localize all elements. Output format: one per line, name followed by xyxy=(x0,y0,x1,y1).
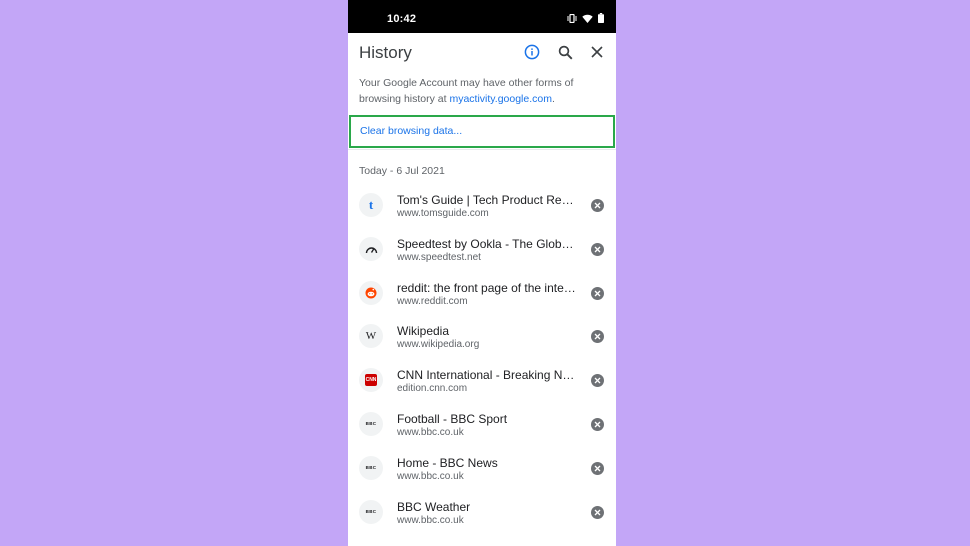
app-bar: History xyxy=(348,33,616,71)
history-entry[interactable]: CNN CNN International - Breaking News, U… xyxy=(348,362,616,406)
info-button[interactable] xyxy=(523,43,541,61)
bbc-icon: BBC xyxy=(359,411,383,436)
entry-title: Football - BBC Sport xyxy=(397,411,508,426)
close-icon xyxy=(594,509,601,516)
entry-url: www.bbc.co.uk xyxy=(397,514,464,526)
bbc-icon: BBC xyxy=(359,499,383,524)
entry-title: Wikipedia xyxy=(397,324,450,339)
divider xyxy=(348,149,616,150)
remove-entry-button[interactable] xyxy=(591,461,604,475)
status-bar: 10:42 xyxy=(348,0,616,33)
entry-url: www.wikipedia.org xyxy=(397,339,480,351)
history-entry[interactable]: t Tom's Guide | Tech Product Reviews, To… xyxy=(348,187,616,231)
tomsguide-favicon-icon: t xyxy=(359,193,383,217)
close-icon xyxy=(594,246,601,253)
close-icon xyxy=(594,421,601,428)
history-entry[interactable]: BBC Home - BBC News www.bbc.co.uk xyxy=(348,450,616,494)
close-icon xyxy=(594,333,601,340)
entry-url: edition.cnn.com xyxy=(397,383,468,395)
entry-title: CNN International - Breaking News, US Ne… xyxy=(397,368,579,383)
close-icon xyxy=(594,465,601,472)
search-icon xyxy=(558,45,572,59)
entry-title: Tom's Guide | Tech Product Reviews, Top … xyxy=(397,193,579,207)
entry-title: Speedtest by Ookla - The Global Broadban… xyxy=(397,236,579,251)
remove-entry-button[interactable] xyxy=(591,199,604,212)
history-entry[interactable]: reddit: the front page of the internet w… xyxy=(348,275,616,319)
bbc-icon: BBC xyxy=(359,455,383,480)
myactivity-link[interactable]: myactivity.google.com xyxy=(449,93,552,105)
entry-url: www.bbc.co.uk xyxy=(397,470,464,482)
wikipedia-icon: W xyxy=(359,324,383,349)
status-time: 10:42 xyxy=(387,13,417,25)
reddit-icon xyxy=(359,280,383,305)
entry-title: reddit: the front page of the internet xyxy=(397,280,579,295)
close-button[interactable] xyxy=(588,43,606,61)
phone-screen: 10:42 History Your Google Account may ha… xyxy=(348,0,616,546)
remove-entry-button[interactable] xyxy=(591,417,604,431)
remove-entry-button[interactable] xyxy=(591,330,604,344)
search-button[interactable] xyxy=(556,43,574,61)
history-entry[interactable]: Speedtest by Ookla - The Global Broadban… xyxy=(348,231,616,275)
history-entry[interactable]: BBC Football - BBC Sport www.bbc.co.uk xyxy=(348,406,616,450)
entry-url: www.bbc.co.uk xyxy=(397,426,464,438)
history-list: t Tom's Guide | Tech Product Reviews, To… xyxy=(348,187,616,537)
clear-browsing-data-button[interactable]: Clear browsing data... xyxy=(349,115,615,148)
remove-entry-button[interactable] xyxy=(591,286,604,300)
entry-title: BBC Weather xyxy=(397,499,471,514)
info-icon xyxy=(524,44,540,60)
history-entry[interactable]: W Wikipedia www.wikipedia.org xyxy=(348,318,616,362)
entry-title: Home - BBC News xyxy=(397,455,498,470)
remove-entry-button[interactable] xyxy=(591,374,604,388)
close-icon xyxy=(594,202,601,209)
system-icons xyxy=(567,13,604,23)
page-title: History xyxy=(359,43,412,62)
entry-url: www.speedtest.net xyxy=(397,251,481,263)
history-entry[interactable]: BBC BBC Weather www.bbc.co.uk xyxy=(348,494,616,538)
cnn-icon: CNN xyxy=(359,368,383,393)
battery-icon xyxy=(598,13,604,23)
remove-entry-button[interactable] xyxy=(591,505,604,519)
entry-url: www.tomsguide.com xyxy=(397,208,489,219)
close-icon xyxy=(594,290,601,297)
close-icon xyxy=(591,46,603,58)
speedometer-icon xyxy=(359,236,383,261)
remove-entry-button[interactable] xyxy=(591,242,604,256)
vibrate-icon xyxy=(567,13,577,23)
entry-url: www.reddit.com xyxy=(397,295,468,307)
date-header: Today - 6 Jul 2021 xyxy=(359,165,445,177)
account-note-end: . xyxy=(551,93,555,105)
close-icon xyxy=(594,377,601,384)
wifi-icon xyxy=(582,14,593,23)
